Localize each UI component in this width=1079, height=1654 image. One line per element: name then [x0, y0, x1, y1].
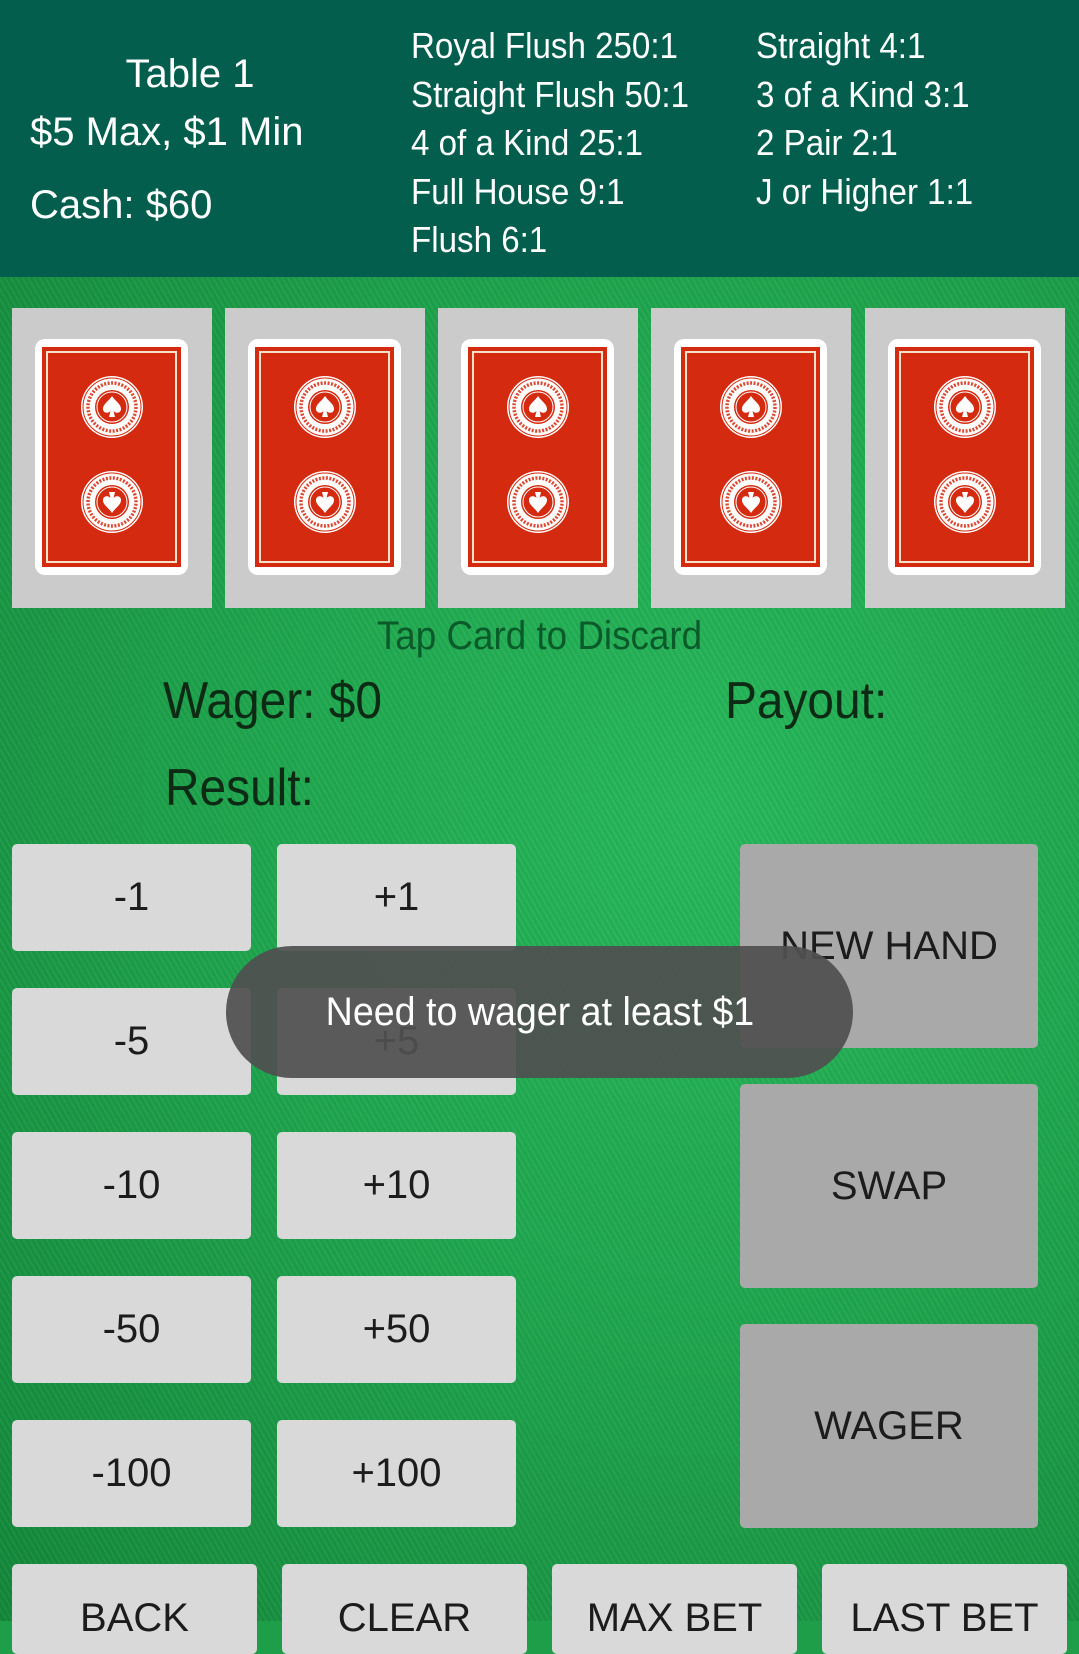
spade-seal-icon: [933, 375, 997, 439]
minus-10-button[interactable]: -10: [12, 1132, 251, 1239]
max-bet-button[interactable]: MAX BET: [552, 1564, 797, 1654]
cash-balance: Cash: $60: [30, 183, 213, 227]
header-panel: Table 1 $5 Max, $1 Min Cash: $60 Royal F…: [0, 0, 1079, 277]
minus-1-button[interactable]: -1: [12, 844, 251, 951]
card-back[interactable]: [674, 339, 827, 575]
card-slot-2[interactable]: [225, 308, 425, 608]
payout-label: Payout:: [725, 672, 888, 730]
card-back[interactable]: [35, 339, 188, 575]
spade-seal-icon: [719, 375, 783, 439]
paytable-entry: 4 of a Kind 25:1: [411, 122, 644, 163]
minus-100-button[interactable]: -100: [12, 1420, 251, 1527]
toast-message: Need to wager at least $1: [226, 946, 853, 1078]
last-bet-button[interactable]: LAST BET: [822, 1564, 1067, 1654]
paytable-right: Straight 4:1 3 of a Kind 3:1 2 Pair 2:1 …: [756, 22, 973, 216]
spade-seal-icon: [719, 470, 783, 534]
minus-5-button[interactable]: -5: [12, 988, 251, 1095]
paytable-entry: Straight Flush 50:1: [411, 73, 689, 115]
swap-button[interactable]: SWAP: [740, 1084, 1038, 1288]
wager-button[interactable]: WAGER: [740, 1324, 1038, 1528]
bet-limits: $5 Max, $1 Min: [30, 110, 304, 154]
plus-100-button[interactable]: +100: [277, 1420, 516, 1527]
result-label: Result:: [165, 759, 314, 817]
clear-button[interactable]: CLEAR: [282, 1564, 527, 1654]
card-slot-1[interactable]: [12, 308, 212, 608]
paytable-left: Royal Flush 250:1 Straight Flush 50:1 4 …: [411, 22, 689, 265]
spade-seal-icon: [293, 470, 357, 534]
spade-seal-icon: [506, 375, 570, 439]
paytable-entry: Full House 9:1: [411, 170, 625, 212]
paytable-entry: Royal Flush 250:1: [411, 25, 678, 66]
card-back[interactable]: [888, 339, 1041, 575]
spade-seal-icon: [506, 470, 570, 534]
table-name: Table 1: [125, 52, 255, 96]
card-slot-3[interactable]: [438, 308, 638, 608]
paytable-entry: 3 of a Kind 3:1: [756, 73, 970, 115]
spade-seal-icon: [933, 470, 997, 534]
discard-hint: Tap Card to Discard: [376, 614, 703, 658]
toast-text: Need to wager at least $1: [325, 989, 754, 1034]
spade-seal-icon: [293, 375, 357, 439]
card-back[interactable]: [461, 339, 614, 575]
card-slot-5[interactable]: [865, 308, 1065, 608]
paytable-entry: J or Higher 1:1: [756, 170, 974, 212]
paytable-entry: 2 Pair 2:1: [756, 122, 898, 163]
spade-seal-icon: [80, 375, 144, 439]
plus-10-button[interactable]: +10: [277, 1132, 516, 1239]
card-back[interactable]: [248, 339, 401, 575]
minus-50-button[interactable]: -50: [12, 1276, 251, 1383]
back-button[interactable]: BACK: [12, 1564, 257, 1654]
plus-50-button[interactable]: +50: [277, 1276, 516, 1383]
paytable-entry: Flush 6:1: [411, 219, 548, 260]
plus-1-button[interactable]: +1: [277, 844, 516, 951]
spade-seal-icon: [80, 470, 144, 534]
paytable-entry: Straight 4:1: [756, 25, 926, 66]
wager-amount: Wager: $0: [163, 672, 382, 730]
card-slot-4[interactable]: [651, 308, 851, 608]
